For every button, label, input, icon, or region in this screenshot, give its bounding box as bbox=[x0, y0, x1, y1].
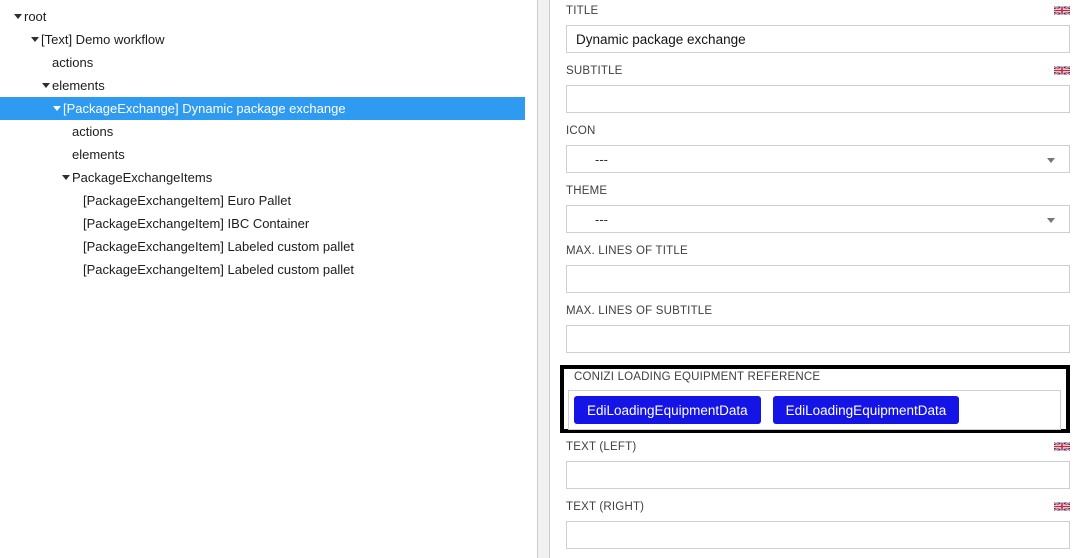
text-left-input[interactable] bbox=[566, 461, 1070, 489]
conizi-chip-container: EdiLoadingEquipmentData EdiLoadingEquipm… bbox=[568, 390, 1061, 430]
text-right-label: TEXT (RIGHT) bbox=[566, 501, 644, 514]
edi-loading-equipment-chip[interactable]: EdiLoadingEquipmentData bbox=[574, 396, 761, 424]
tree-item-label: root bbox=[24, 9, 46, 24]
tree-item-root[interactable]: root bbox=[0, 5, 525, 28]
max-lines-title-input[interactable] bbox=[566, 265, 1070, 293]
field-icon: ICON --- bbox=[566, 125, 1070, 173]
icon-select[interactable]: --- bbox=[566, 145, 1070, 173]
tree-item-label: actions bbox=[52, 55, 93, 70]
theme-select-value: --- bbox=[595, 212, 608, 227]
tree-item-label: [PackageExchangeItem] IBC Container bbox=[83, 216, 309, 231]
tree-item-elements-2[interactable]: elements bbox=[0, 143, 525, 166]
field-max-lines-subtitle: MAX. LINES OF SUBTITLE bbox=[566, 305, 1070, 353]
subtitle-label: SUBTITLE bbox=[566, 65, 623, 78]
tree-item-label: PackageExchangeItems bbox=[72, 170, 212, 185]
max-lines-subtitle-input[interactable] bbox=[566, 325, 1070, 353]
field-text-left: TEXT (LEFT) bbox=[566, 441, 1070, 489]
text-right-input[interactable] bbox=[566, 521, 1070, 549]
tree-item-label: [PackageExchangeItem] Euro Pallet bbox=[83, 193, 291, 208]
field-theme: THEME --- bbox=[566, 185, 1070, 233]
tree-item-euro-pallet[interactable]: [PackageExchangeItem] Euro Pallet bbox=[0, 189, 525, 212]
workflow-tree-panel: root [Text] Demo workflow actions elemen… bbox=[0, 0, 525, 558]
field-title: TITLE bbox=[566, 5, 1070, 53]
tree-item-label: [PackageExchangeItem] Labeled custom pal… bbox=[83, 262, 354, 277]
chevron-down-icon bbox=[1047, 218, 1055, 223]
field-text-right: TEXT (RIGHT) bbox=[566, 501, 1070, 549]
tree-item-actions[interactable]: actions bbox=[0, 51, 525, 74]
conizi-loading-equipment-section: CONIZI LOADING EQUIPMENT REFERENCE EdiLo… bbox=[560, 365, 1070, 433]
title-label: TITLE bbox=[566, 5, 598, 18]
icon-select-value: --- bbox=[595, 152, 608, 167]
edi-loading-equipment-chip[interactable]: EdiLoadingEquipmentData bbox=[773, 396, 960, 424]
max-lines-subtitle-label: MAX. LINES OF SUBTITLE bbox=[566, 305, 712, 318]
tree-item-text-demo-workflow[interactable]: [Text] Demo workflow bbox=[0, 28, 525, 51]
tree-item-label: [PackageExchangeItem] Labeled custom pal… bbox=[83, 239, 354, 254]
tree-item-label: actions bbox=[72, 124, 113, 139]
tree-item-label: [PackageExchange] Dynamic package exchan… bbox=[63, 101, 346, 116]
tree-item-elements[interactable]: elements bbox=[0, 74, 525, 97]
panel-splitter[interactable] bbox=[537, 0, 550, 558]
chevron-down-icon bbox=[1047, 158, 1055, 163]
expand-triangle-icon[interactable] bbox=[31, 37, 39, 42]
theme-label: THEME bbox=[566, 185, 607, 198]
expand-triangle-icon[interactable] bbox=[42, 83, 50, 88]
expand-triangle-icon[interactable] bbox=[53, 106, 61, 111]
conizi-label: CONIZI LOADING EQUIPMENT REFERENCE bbox=[574, 371, 1062, 384]
field-subtitle: SUBTITLE bbox=[566, 65, 1070, 113]
icon-label: ICON bbox=[566, 125, 596, 138]
field-max-lines-title: MAX. LINES OF TITLE bbox=[566, 245, 1070, 293]
uk-flag-icon[interactable] bbox=[1054, 65, 1070, 76]
expand-triangle-icon[interactable] bbox=[62, 175, 70, 180]
title-input[interactable] bbox=[566, 25, 1070, 53]
uk-flag-icon[interactable] bbox=[1054, 5, 1070, 16]
tree-item-labeled-custom-pallet-1[interactable]: [PackageExchangeItem] Labeled custom pal… bbox=[0, 235, 525, 258]
subtitle-input[interactable] bbox=[566, 85, 1070, 113]
expand-triangle-icon[interactable] bbox=[14, 14, 22, 19]
theme-select[interactable]: --- bbox=[566, 205, 1070, 233]
uk-flag-icon[interactable] bbox=[1054, 501, 1070, 512]
uk-flag-icon[interactable] bbox=[1054, 441, 1070, 452]
workflow-editor-window: root [Text] Demo workflow actions elemen… bbox=[0, 0, 1075, 558]
tree-item-labeled-custom-pallet-2[interactable]: [PackageExchangeItem] Labeled custom pal… bbox=[0, 258, 525, 281]
tree-item-label: elements bbox=[72, 147, 125, 162]
max-lines-title-label: MAX. LINES OF TITLE bbox=[566, 245, 688, 258]
tree-item-ibc-container[interactable]: [PackageExchangeItem] IBC Container bbox=[0, 212, 525, 235]
tree-item-package-exchange-items[interactable]: PackageExchangeItems bbox=[0, 166, 525, 189]
tree-item-label: [Text] Demo workflow bbox=[41, 32, 165, 47]
tree-item-actions-2[interactable]: actions bbox=[0, 120, 525, 143]
text-left-label: TEXT (LEFT) bbox=[566, 441, 636, 454]
properties-panel: TITLE SUBTITLE bbox=[550, 0, 1075, 558]
tree-item-label: elements bbox=[52, 78, 105, 93]
tree-item-package-exchange[interactable]: [PackageExchange] Dynamic package exchan… bbox=[0, 97, 525, 120]
